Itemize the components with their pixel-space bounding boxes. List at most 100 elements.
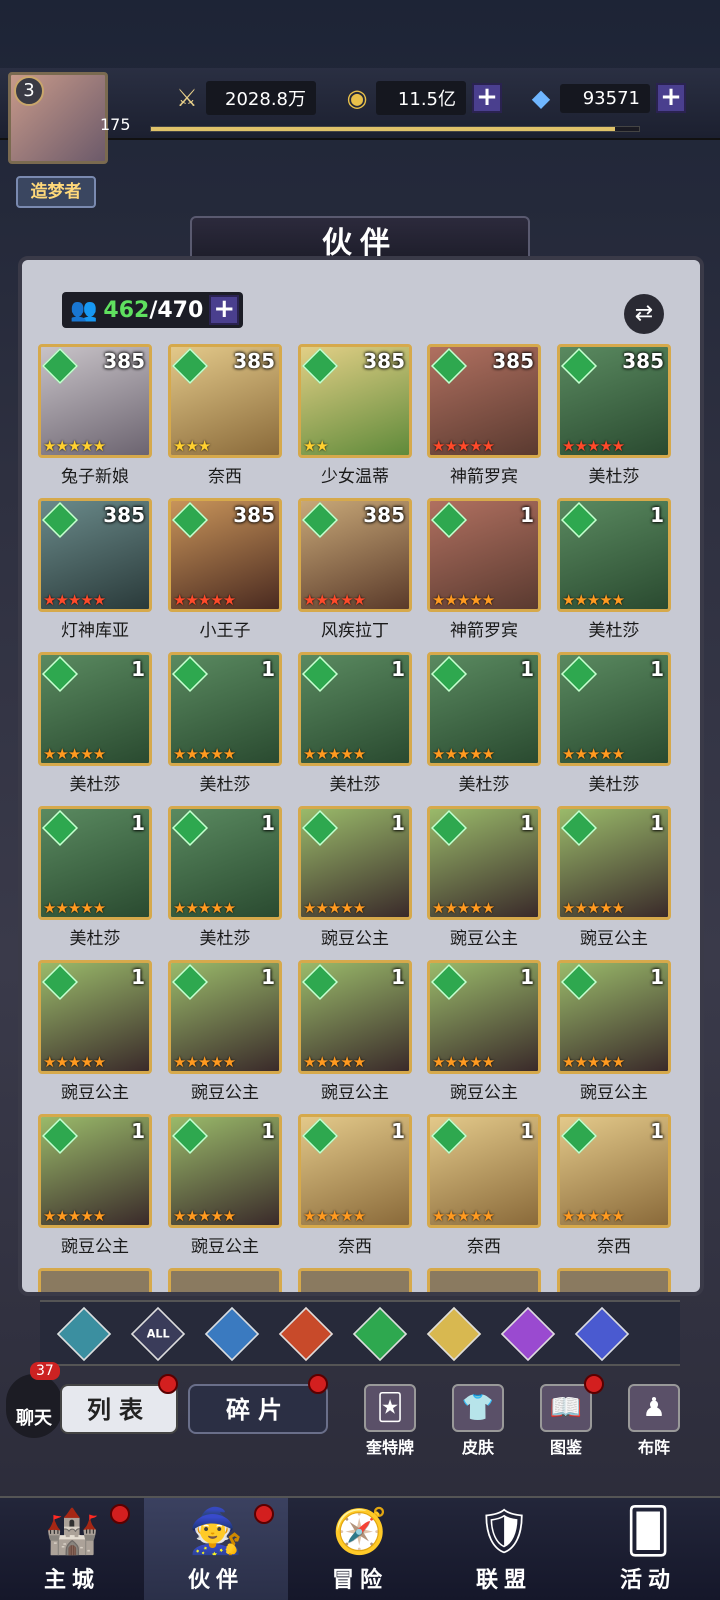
hero-card[interactable]: 385 ★★★★★ bbox=[168, 498, 282, 612]
side-button-formation[interactable]: ♟ 布阵 bbox=[618, 1384, 690, 1458]
swap-icon[interactable]: ⇄ bbox=[624, 294, 664, 334]
witch-hat-icon: 🧙 bbox=[188, 1506, 244, 1557]
hero-name: 豌豆公主 bbox=[450, 929, 518, 949]
hero-card[interactable]: 1 ★★★★★ bbox=[427, 806, 541, 920]
hero-name: 美杜莎 bbox=[199, 775, 251, 795]
expand-partner-slots-button[interactable]: + bbox=[209, 295, 240, 325]
chat-button[interactable]: 聊天 bbox=[6, 1374, 62, 1438]
hero-card[interactable]: 1 ★★★★★ bbox=[427, 1114, 541, 1228]
hero-card[interactable]: 385 ★★★★★ bbox=[427, 344, 541, 458]
hero-level: 1 bbox=[261, 965, 275, 989]
star-rating: ★★★ bbox=[173, 437, 211, 455]
water-drop-filter-icon[interactable] bbox=[204, 1306, 260, 1362]
fire-filter-icon[interactable] bbox=[278, 1306, 334, 1362]
hero-card[interactable]: 1 ★★★★★ bbox=[557, 652, 671, 766]
hero-card[interactable]: 385 ★★★★★ bbox=[38, 344, 152, 458]
hero-name: 奈西 bbox=[597, 1237, 631, 1257]
star-rating: ★★★★★ bbox=[173, 591, 236, 609]
side-button-label: 图鉴 bbox=[549, 1438, 582, 1457]
hero-name: 豌豆公主 bbox=[191, 1083, 259, 1103]
hero-card[interactable]: 385 ★★★★★ bbox=[38, 498, 152, 612]
nav-cards[interactable]: 🂠 活动 bbox=[576, 1498, 720, 1600]
hero-card[interactable]: 1 ★★★★★ bbox=[557, 498, 671, 612]
star-rating: ★★★★★ bbox=[173, 745, 236, 763]
hero-card[interactable]: 385 ★★★ bbox=[168, 344, 282, 458]
player-title-badge[interactable]: 造梦者 bbox=[16, 176, 96, 208]
hero-card[interactable] bbox=[168, 1268, 282, 1292]
hero-name: 奈西 bbox=[467, 1237, 501, 1257]
star-rating: ★★★★★ bbox=[432, 591, 495, 609]
side-button-outfit[interactable]: 👕 皮肤 bbox=[442, 1384, 514, 1458]
hero-name: 神箭罗宾 bbox=[450, 467, 518, 487]
hero-card[interactable]: 385 ★★★★★ bbox=[298, 498, 412, 612]
hero-name: 少女温蒂 bbox=[321, 467, 389, 487]
all-filter-icon[interactable]: ALL bbox=[130, 1306, 186, 1362]
hero-card[interactable]: 1 ★★★★★ bbox=[38, 1114, 152, 1228]
hero-card[interactable]: 1 ★★★★★ bbox=[38, 652, 152, 766]
hero-level: 1 bbox=[391, 1119, 405, 1143]
side-button-book[interactable]: 📖 图鉴 bbox=[530, 1384, 602, 1458]
planet-filter-icon[interactable] bbox=[574, 1306, 630, 1362]
hero-card[interactable]: 1 ★★★★★ bbox=[298, 960, 412, 1074]
wind-filter-icon[interactable] bbox=[352, 1306, 408, 1362]
hero-level: 1 bbox=[520, 811, 534, 835]
player-exp: 175 bbox=[100, 115, 131, 134]
moon-filter-icon[interactable] bbox=[500, 1306, 556, 1362]
hero-card[interactable]: 1 ★★★★★ bbox=[168, 806, 282, 920]
nav-compass[interactable]: 🧭 冒险 bbox=[288, 1498, 432, 1600]
hero-card[interactable]: 1 ★★★★★ bbox=[557, 960, 671, 1074]
star-rating: ★★★★★ bbox=[173, 1053, 236, 1071]
partners-icon: 👥 bbox=[70, 297, 98, 323]
cards-icon: 🂠 bbox=[625, 1506, 671, 1557]
hero-card[interactable]: 1 ★★★★★ bbox=[427, 498, 541, 612]
star-rating: ★★★★★ bbox=[432, 437, 495, 455]
hero-card[interactable]: 1 ★★★★★ bbox=[38, 806, 152, 920]
hero-card[interactable]: 1 ★★★★★ bbox=[168, 652, 282, 766]
hero-level: 1 bbox=[261, 1119, 275, 1143]
star-rating: ★★★★★ bbox=[43, 745, 106, 763]
tab-fragments[interactable]: 碎片 bbox=[188, 1384, 328, 1434]
hero-card[interactable] bbox=[557, 1268, 671, 1292]
hero-card[interactable] bbox=[427, 1268, 541, 1292]
side-button-label: 皮肤 bbox=[461, 1438, 494, 1457]
hero-name: 灯神库亚 bbox=[61, 621, 129, 641]
star-rating: ★★★★★ bbox=[303, 591, 366, 609]
hero-level: 385 bbox=[622, 349, 664, 373]
notification-dot bbox=[308, 1374, 328, 1394]
hero-level: 1 bbox=[261, 657, 275, 681]
hero-level: 385 bbox=[233, 349, 275, 373]
tab-list[interactable]: 列表 bbox=[60, 1384, 178, 1434]
side-button-card[interactable]: 🃏 奎特牌 bbox=[354, 1384, 426, 1458]
nav-shield[interactable]: 🛡 联盟 bbox=[432, 1498, 576, 1600]
star-rating: ★★★★★ bbox=[432, 1053, 495, 1071]
light-filter-icon[interactable] bbox=[426, 1306, 482, 1362]
star-rating: ★★★★★ bbox=[562, 899, 625, 917]
castle-icon: 🏰 bbox=[44, 1506, 100, 1557]
hero-level: 1 bbox=[520, 965, 534, 989]
hero-card[interactable]: 1 ★★★★★ bbox=[557, 1114, 671, 1228]
notification-dot bbox=[158, 1374, 178, 1394]
add-gold-button[interactable]: + bbox=[472, 83, 502, 113]
hero-card[interactable] bbox=[298, 1268, 412, 1292]
hero-card[interactable]: 1 ★★★★★ bbox=[298, 652, 412, 766]
hero-card[interactable]: 385 ★★ bbox=[298, 344, 412, 458]
hero-card[interactable]: 1 ★★★★★ bbox=[298, 806, 412, 920]
hero-card[interactable]: 385 ★★★★★ bbox=[557, 344, 671, 458]
element-filter-bar: ALL bbox=[40, 1300, 680, 1366]
hero-card[interactable]: 1 ★★★★★ bbox=[168, 960, 282, 1074]
hero-card[interactable] bbox=[38, 1268, 152, 1292]
hero-card[interactable]: 1 ★★★★★ bbox=[168, 1114, 282, 1228]
hero-name: 奈西 bbox=[338, 1237, 372, 1257]
star-rating: ★★★★★ bbox=[562, 1053, 625, 1071]
hero-name: 美杜莎 bbox=[588, 621, 640, 641]
exp-progress-fill bbox=[151, 127, 615, 131]
hero-card[interactable]: 1 ★★★★★ bbox=[427, 652, 541, 766]
nav-label: 联盟 bbox=[475, 1568, 532, 1593]
hero-card[interactable]: 1 ★★★★★ bbox=[38, 960, 152, 1074]
hero-card[interactable]: 1 ★★★★★ bbox=[427, 960, 541, 1074]
arrow-up-filter-icon[interactable] bbox=[56, 1306, 112, 1362]
hero-name: 豌豆公主 bbox=[580, 929, 648, 949]
hero-card[interactable]: 1 ★★★★★ bbox=[298, 1114, 412, 1228]
add-diamond-button[interactable]: + bbox=[656, 83, 686, 113]
hero-card[interactable]: 1 ★★★★★ bbox=[557, 806, 671, 920]
